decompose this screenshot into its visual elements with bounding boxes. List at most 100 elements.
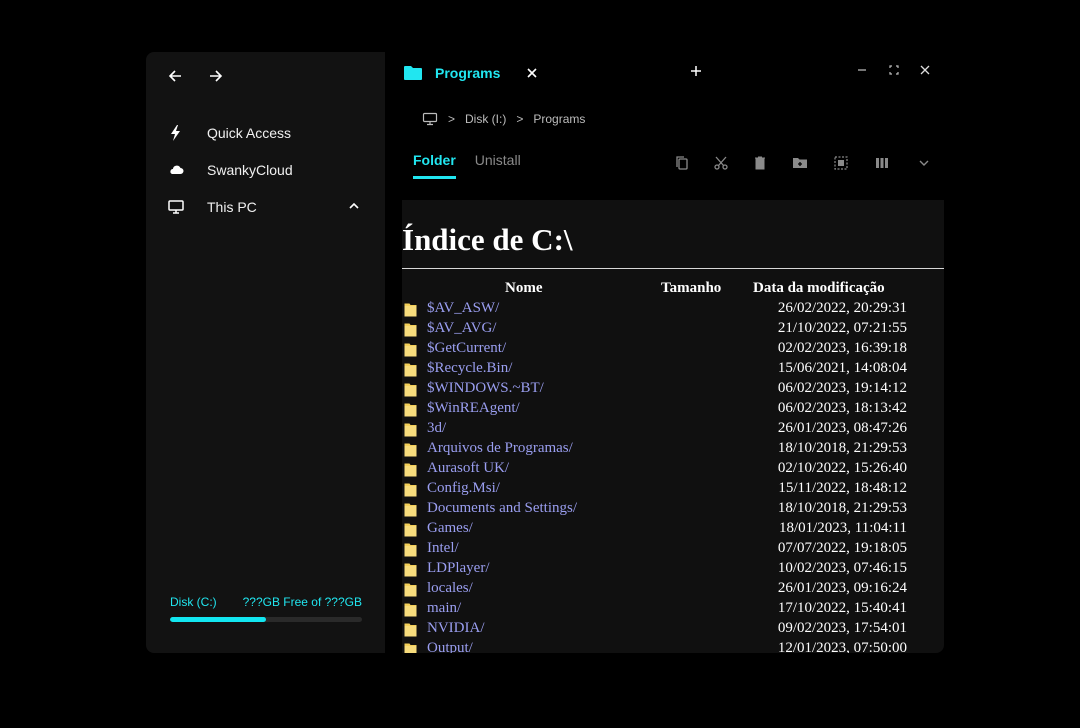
close-window-icon[interactable] bbox=[918, 63, 932, 77]
close-tab-icon[interactable] bbox=[526, 67, 538, 79]
table-row[interactable]: $WinREAgent/06/02/2023, 18:13:42 bbox=[402, 400, 944, 420]
breadcrumb-item[interactable]: Programs bbox=[533, 112, 585, 126]
folder-link[interactable]: Intel/ bbox=[427, 540, 459, 557]
folder-icon bbox=[404, 402, 417, 417]
table-row[interactable]: $WINDOWS.~BT/06/02/2023, 19:14:12 bbox=[402, 380, 944, 400]
table-row[interactable]: locales/26/01/2023, 09:16:24 bbox=[402, 580, 944, 600]
chevron-up-icon[interactable] bbox=[348, 200, 360, 212]
select-all-button[interactable] bbox=[833, 155, 849, 171]
column-header-size[interactable]: Tamanho bbox=[661, 280, 721, 297]
more-options-button[interactable] bbox=[916, 155, 932, 171]
columns-icon bbox=[876, 158, 888, 168]
breadcrumb-item[interactable]: Disk (I:) bbox=[465, 112, 506, 126]
table-row[interactable]: Aurasoft UK/02/10/2022, 15:26:40 bbox=[402, 460, 944, 480]
folder-icon bbox=[404, 442, 417, 457]
table-row[interactable]: Arquivos de Programas/18/10/2018, 21:29:… bbox=[402, 440, 944, 460]
arrow-right-icon bbox=[210, 70, 223, 82]
select-all-icon bbox=[834, 156, 848, 170]
page-title: Índice de C:\ bbox=[402, 222, 573, 257]
folder-link[interactable]: Aurasoft UK/ bbox=[427, 460, 509, 477]
folder-link[interactable]: $WinREAgent/ bbox=[427, 400, 520, 417]
folder-link[interactable]: 3d/ bbox=[427, 420, 446, 437]
modified-date: 07/07/2022, 19:18:05 bbox=[777, 540, 907, 556]
maximize-icon[interactable] bbox=[887, 63, 901, 77]
sidebar-item-swankycloud[interactable]: SwankyCloud bbox=[166, 155, 366, 185]
table-row[interactable]: Output/12/01/2023, 07:50:00 bbox=[402, 640, 944, 653]
table-row[interactable]: Intel/07/07/2022, 19:18:05 bbox=[402, 540, 944, 560]
forward-button[interactable] bbox=[204, 64, 228, 88]
folder-icon bbox=[404, 66, 422, 80]
ribbon-tab-folder[interactable]: Folder bbox=[413, 152, 456, 179]
new-folder-button[interactable] bbox=[792, 155, 808, 171]
breadcrumb-separator: > bbox=[516, 112, 524, 126]
modified-date: 18/01/2023, 11:04:11 bbox=[778, 520, 907, 536]
ribbon-tab-unistall[interactable]: Unistall bbox=[475, 152, 521, 179]
table-row[interactable]: Games/18/01/2023, 11:04:11 bbox=[402, 520, 944, 540]
divider bbox=[402, 268, 944, 269]
folder-link[interactable]: Arquivos de Programas/ bbox=[427, 440, 573, 457]
table-row[interactable]: $GetCurrent/02/02/2023, 16:39:18 bbox=[402, 340, 944, 360]
table-row[interactable]: $AV_ASW/26/02/2022, 20:29:31 bbox=[402, 300, 944, 320]
modified-date: 06/02/2023, 18:13:42 bbox=[777, 400, 907, 416]
table-row[interactable]: Config.Msi/15/11/2022, 18:48:12 bbox=[402, 480, 944, 500]
folder-icon bbox=[404, 422, 417, 437]
back-button[interactable] bbox=[163, 64, 187, 88]
modified-date: 15/11/2022, 18:48:12 bbox=[778, 480, 907, 496]
folder-link[interactable]: Games/ bbox=[427, 520, 473, 537]
minimize-icon[interactable] bbox=[855, 63, 869, 77]
main-pane: Programs > Disk (I:) > Programs Folder U… bbox=[385, 52, 944, 653]
folder-icon bbox=[404, 462, 417, 477]
new-tab-plus-icon[interactable] bbox=[689, 64, 703, 78]
table-row[interactable]: $AV_AVG/21/10/2022, 07:21:55 bbox=[402, 320, 944, 340]
table-row[interactable]: LDPlayer/10/02/2023, 07:46:15 bbox=[402, 560, 944, 580]
folder-link[interactable]: $AV_ASW/ bbox=[427, 300, 499, 317]
folder-link[interactable]: $WINDOWS.~BT/ bbox=[427, 380, 544, 397]
new-folder-icon bbox=[793, 158, 807, 168]
modified-date: 02/10/2022, 15:26:40 bbox=[777, 460, 907, 476]
modified-date: 26/01/2023, 08:47:26 bbox=[777, 420, 907, 436]
cut-button[interactable] bbox=[713, 155, 729, 171]
table-row[interactable]: $Recycle.Bin/15/06/2021, 14:08:04 bbox=[402, 360, 944, 380]
table-row[interactable]: Documents and Settings/18/10/2018, 21:29… bbox=[402, 500, 944, 520]
modified-date: 18/10/2018, 21:29:53 bbox=[777, 440, 907, 456]
view-columns-button[interactable] bbox=[874, 155, 890, 171]
table-row[interactable]: main/17/10/2022, 15:40:41 bbox=[402, 600, 944, 620]
table-row[interactable]: NVIDIA/09/02/2023, 17:54:01 bbox=[402, 620, 944, 640]
modified-date: 12/01/2023, 07:50:00 bbox=[777, 640, 907, 653]
folder-icon bbox=[404, 562, 417, 577]
folder-icon bbox=[404, 482, 417, 497]
folder-link[interactable]: main/ bbox=[427, 600, 461, 617]
monitor-icon[interactable] bbox=[422, 112, 438, 126]
disk-free-text: ???GB Free of ???GB bbox=[242, 595, 362, 609]
scissors-icon bbox=[714, 156, 728, 170]
trash-icon bbox=[755, 156, 765, 170]
modified-date: 26/02/2022, 20:29:31 bbox=[777, 300, 907, 316]
folder-link[interactable]: Documents and Settings/ bbox=[427, 500, 577, 517]
folder-link[interactable]: $Recycle.Bin/ bbox=[427, 360, 512, 377]
folder-link[interactable]: Config.Msi/ bbox=[427, 480, 500, 497]
disk-usage-fill bbox=[170, 617, 266, 622]
folder-link[interactable]: locales/ bbox=[427, 580, 473, 597]
sidebar: Quick Access SwankyCloud This PC Disk (C… bbox=[146, 52, 385, 653]
copy-button[interactable] bbox=[674, 155, 690, 171]
folder-link[interactable]: LDPlayer/ bbox=[427, 560, 489, 577]
folder-link[interactable]: NVIDIA/ bbox=[427, 620, 485, 637]
table-row[interactable]: 3d/26/01/2023, 08:47:26 bbox=[402, 420, 944, 440]
folder-link[interactable]: $GetCurrent/ bbox=[427, 340, 506, 357]
sidebar-item-this-pc[interactable]: This PC bbox=[166, 192, 366, 222]
delete-button[interactable] bbox=[752, 155, 768, 171]
sidebar-item-label: SwankyCloud bbox=[207, 162, 293, 178]
modified-date: 17/10/2022, 15:40:41 bbox=[777, 600, 907, 616]
modified-date: 02/02/2023, 16:39:18 bbox=[777, 340, 907, 356]
folder-link[interactable]: Output/ bbox=[427, 640, 473, 653]
modified-date: 18/10/2018, 21:29:53 bbox=[777, 500, 907, 516]
modified-date: 06/02/2023, 19:14:12 bbox=[777, 380, 907, 396]
tab-programs[interactable]: Programs bbox=[403, 62, 538, 84]
tab-title: Programs bbox=[435, 65, 501, 81]
column-header-modified[interactable]: Data da modificação bbox=[753, 280, 885, 297]
folder-link[interactable]: $AV_AVG/ bbox=[427, 320, 496, 337]
folder-icon bbox=[404, 622, 417, 637]
column-header-name[interactable]: Nome bbox=[505, 280, 543, 297]
sidebar-item-quick-access[interactable]: Quick Access bbox=[166, 118, 366, 148]
monitor-icon bbox=[166, 197, 186, 217]
